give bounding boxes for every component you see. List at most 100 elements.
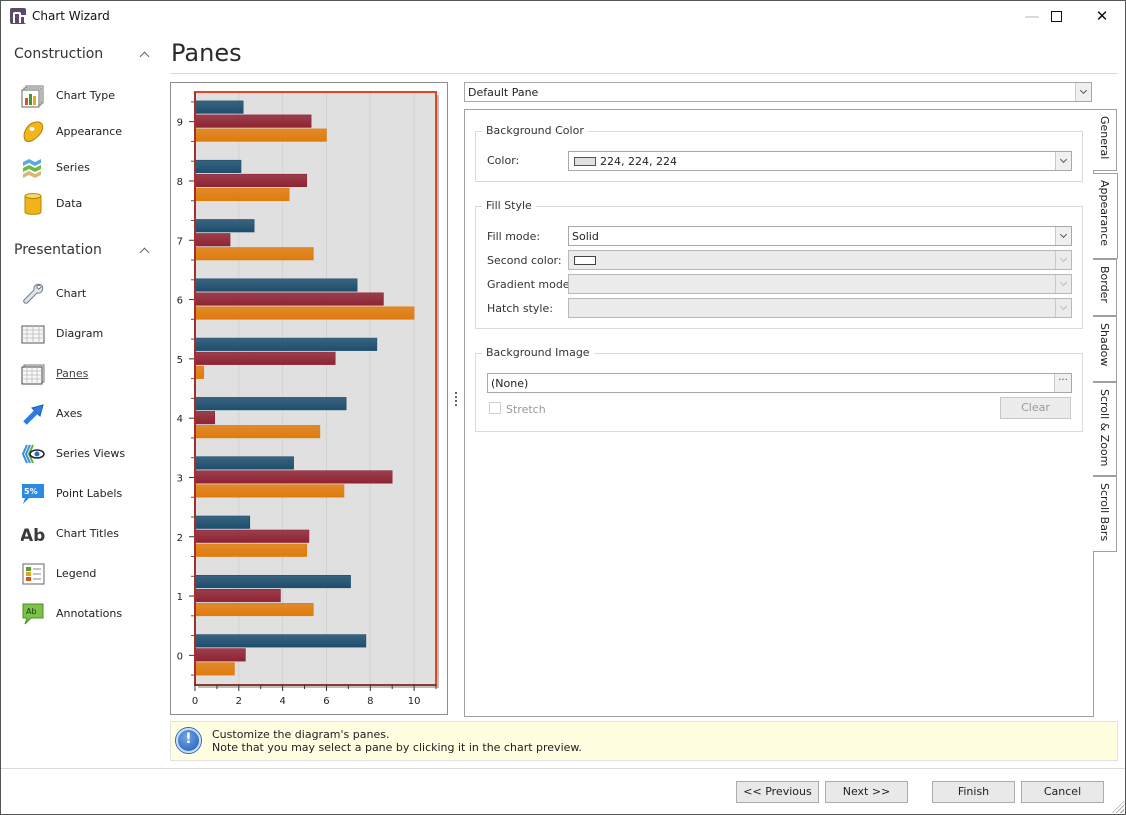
- tab-label: Scroll & Zoom: [1098, 389, 1111, 467]
- y-tick-label: 2: [177, 533, 183, 544]
- color-value: 224, 224, 224: [600, 155, 677, 168]
- previous-button[interactable]: << Previous: [736, 781, 819, 803]
- bar-series-3-cat-5: [194, 365, 205, 379]
- x-tick-label: 10: [408, 696, 421, 707]
- pane-selector-dropdown[interactable]: Default Pane: [464, 82, 1092, 102]
- tab-label: General: [1098, 116, 1111, 160]
- y-tick-label: 5: [177, 355, 183, 366]
- bar-series-3-cat-9: [194, 128, 327, 142]
- sidebar-item-chart-titles[interactable]: Ab Chart Titles: [19, 521, 159, 547]
- sidebar-item-series[interactable]: Series: [19, 155, 159, 181]
- y-tick-label: 1: [177, 592, 183, 603]
- y-tick-label: 0: [177, 651, 183, 662]
- fill-mode-label: Fill mode:: [487, 230, 541, 243]
- svg-text:Ab: Ab: [21, 526, 45, 546]
- background-color-group: Background Color Color: 224, 224, 224: [475, 124, 1083, 182]
- info-icon: [176, 728, 201, 753]
- next-button[interactable]: Next >>: [825, 781, 908, 803]
- tab-label: Scroll Bars: [1098, 483, 1111, 542]
- sidebar-item-chart[interactable]: Chart: [19, 281, 159, 307]
- bar-chart[interactable]: 0 1 2 3 4 5 6 7 8 9 0 2 4 6 8 10: [171, 83, 447, 714]
- sidebar-item-series-views[interactable]: Series Views: [19, 441, 159, 467]
- chevron-down-icon[interactable]: [1055, 299, 1071, 317]
- sidebar-item-axes[interactable]: Axes: [19, 401, 159, 427]
- finish-button[interactable]: Finish: [932, 781, 1015, 803]
- sidebar-item-label: Diagram: [56, 327, 104, 340]
- diagram-icon: [21, 325, 45, 344]
- y-tick-label: 8: [177, 177, 183, 188]
- series-icon: [23, 159, 41, 178]
- tab-general[interactable]: General: [1093, 109, 1117, 171]
- background-image-group: Background Image (None) ··· Stretch Clea…: [475, 346, 1083, 432]
- legend-icon: [22, 563, 45, 585]
- chevron-down-icon[interactable]: [1055, 275, 1071, 293]
- background-image-field[interactable]: (None) ···: [487, 373, 1072, 393]
- color-dropdown[interactable]: 224, 224, 224: [568, 151, 1072, 171]
- palette-icon: [23, 121, 44, 142]
- axes-arrow-icon: [23, 404, 44, 425]
- sidebar-item-annotations[interactable]: Ab Annotations: [19, 601, 159, 627]
- bar-series-3-cat-4: [194, 425, 321, 439]
- hint-line-1: Customize the diagram's panes.: [212, 728, 390, 741]
- hatch-style-dropdown[interactable]: [568, 298, 1072, 318]
- title-divider: [170, 73, 1118, 74]
- sidebar-item-label: Data: [56, 197, 83, 210]
- second-color-dropdown[interactable]: [568, 250, 1072, 270]
- section-presentation: Presentation: [14, 242, 102, 258]
- stretch-checkbox[interactable]: [489, 402, 501, 414]
- clear-button[interactable]: Clear: [1000, 397, 1071, 419]
- y-tick-label: 6: [177, 296, 183, 307]
- browse-button[interactable]: ···: [1054, 374, 1071, 392]
- splitter-handle[interactable]: [455, 392, 458, 408]
- sidebar-item-label: Series: [56, 161, 90, 174]
- tab-label: Border: [1098, 266, 1111, 303]
- y-tick-label: 4: [177, 414, 183, 425]
- bar-series-2-cat-8: [194, 173, 308, 187]
- x-tick-label: 8: [367, 696, 373, 707]
- close-button[interactable]: ✕: [1079, 1, 1125, 31]
- chevron-down-icon[interactable]: [1055, 251, 1071, 269]
- chart-titles-icon: Ab: [21, 526, 45, 546]
- maximize-button[interactable]: [1033, 1, 1079, 31]
- section-construction: Construction: [14, 46, 104, 62]
- bar-series-2-cat-7: [194, 233, 231, 247]
- second-color-swatch: [574, 256, 596, 265]
- sidebar-item-diagram[interactable]: Diagram: [19, 321, 159, 347]
- sidebar-item-panes[interactable]: Panes: [19, 361, 159, 387]
- sidebar-item-point-labels[interactable]: 5% Point Labels: [19, 481, 159, 507]
- cancel-button[interactable]: Cancel: [1021, 781, 1104, 803]
- collapse-construction-chevron-icon[interactable]: [139, 49, 151, 61]
- tab-scroll-zoom[interactable]: Scroll & Zoom: [1093, 382, 1117, 476]
- sidebar-item-chart-type[interactable]: Chart Type: [19, 83, 159, 109]
- tab-border[interactable]: Border: [1093, 259, 1117, 316]
- resize-grip[interactable]: [1112, 801, 1124, 813]
- tab-appearance[interactable]: Appearance: [1093, 173, 1118, 259]
- sidebar-item-data[interactable]: Data: [19, 191, 159, 217]
- bar-series-1-cat-1: [194, 574, 351, 589]
- color-swatch: [574, 157, 596, 166]
- bar-series-1-cat-5: [194, 337, 378, 351]
- color-label: Color:: [487, 154, 520, 167]
- fill-mode-dropdown[interactable]: Solid: [568, 226, 1072, 246]
- gradient-mode-dropdown[interactable]: [568, 274, 1072, 294]
- bar-series-3-cat-7: [194, 247, 314, 261]
- sidebar-item-appearance[interactable]: Appearance: [19, 119, 159, 145]
- chevron-down-icon[interactable]: [1075, 83, 1091, 101]
- collapse-presentation-chevron-icon[interactable]: [139, 245, 151, 257]
- tab-shadow[interactable]: Shadow: [1093, 316, 1117, 382]
- tab-scroll-bars[interactable]: Scroll Bars: [1093, 476, 1117, 552]
- tab-label: Appearance: [1098, 180, 1111, 247]
- series-views-icon: [21, 444, 45, 464]
- chevron-down-icon[interactable]: [1055, 152, 1071, 170]
- page-title: Panes: [171, 39, 242, 67]
- chart-type-icon: [21, 85, 44, 108]
- chevron-down-icon[interactable]: [1055, 227, 1071, 245]
- chart-preview[interactable]: 0 1 2 3 4 5 6 7 8 9 0 2 4 6 8 10: [170, 82, 448, 715]
- background-image-value: (None): [491, 377, 529, 390]
- bar-series-1-cat-4: [194, 397, 347, 411]
- x-tick-label: 4: [279, 696, 285, 707]
- bar-series-1-cat-9: [194, 100, 244, 114]
- bar-series-2-cat-5: [194, 351, 336, 365]
- sidebar-item-legend[interactable]: Legend: [19, 561, 159, 587]
- x-tick-label: 6: [323, 696, 329, 707]
